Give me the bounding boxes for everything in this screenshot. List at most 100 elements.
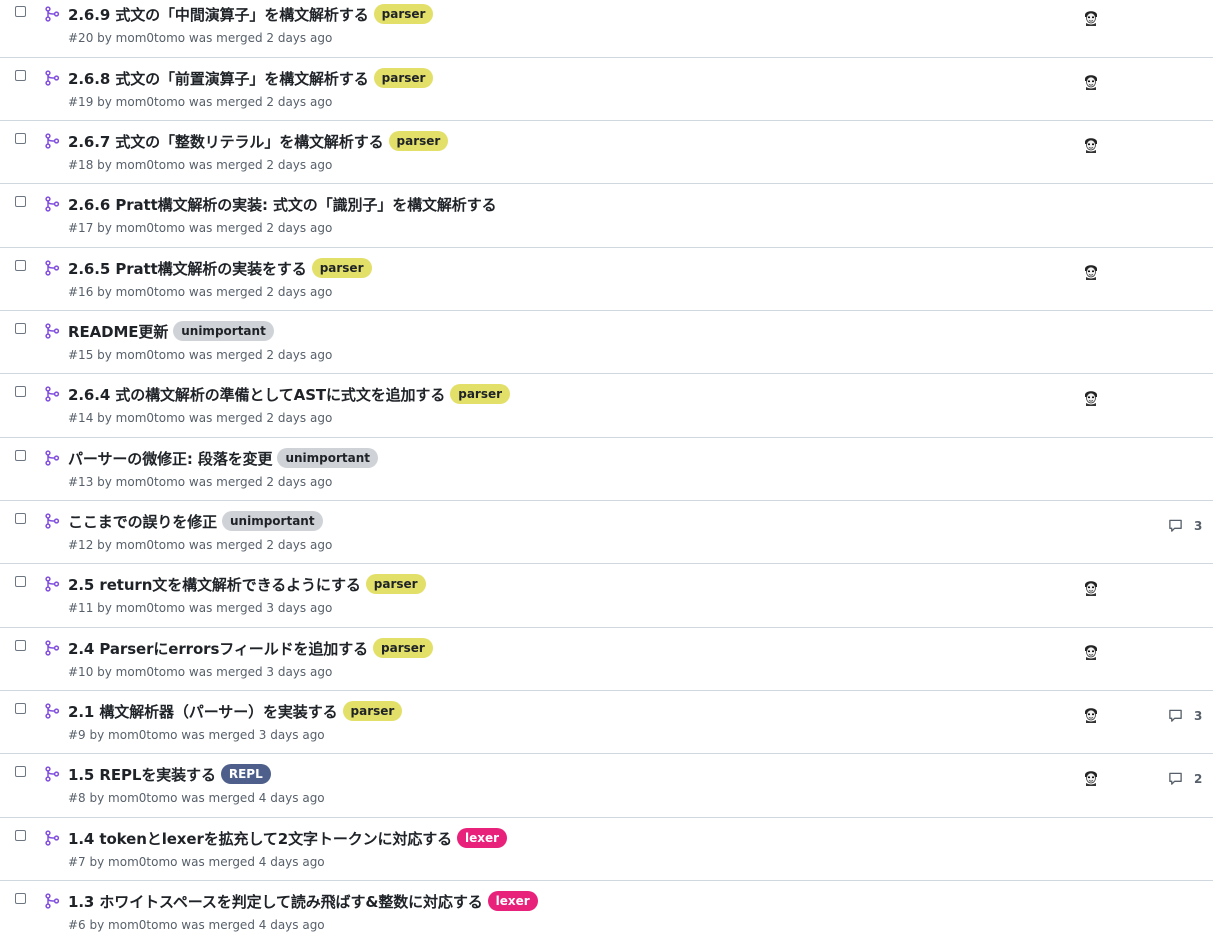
pull-request-row[interactable]: README更新 unimportant #15 by mom0tomo was m… [0, 310, 1213, 373]
select-checkbox[interactable] [15, 893, 26, 904]
select-checkbox[interactable] [15, 703, 26, 714]
pull-request-title-link[interactable]: 1.5 REPLを実装する [68, 764, 216, 785]
git-merge-icon [44, 830, 60, 846]
pull-request-title-link[interactable]: ここまでの誤りを修正 [68, 511, 217, 532]
select-checkbox[interactable] [15, 133, 26, 144]
pull-request-title-link[interactable]: README更新 [68, 321, 168, 342]
label-parser[interactable]: parser [450, 384, 511, 404]
assignee-avatar[interactable] [1082, 388, 1100, 406]
git-merge-icon [44, 386, 60, 402]
select-checkbox[interactable] [15, 640, 26, 651]
select-checkbox[interactable] [15, 70, 26, 81]
git-merge-icon [44, 766, 60, 782]
pull-request-title-link[interactable]: 2.6.7 式文の「整数リテラル」を構文解析する [68, 131, 384, 152]
pull-request-row[interactable]: 1.5 REPLを実装する REPL #8 by mom0tomo was merg… [0, 753, 1213, 816]
label-lexer[interactable]: lexer [457, 828, 508, 848]
label-parser[interactable]: parser [342, 701, 403, 721]
assignee-avatar[interactable] [1082, 72, 1100, 90]
comment-icon [1168, 708, 1188, 723]
assignee-avatar[interactable] [1082, 578, 1100, 596]
select-checkbox[interactable] [15, 323, 26, 334]
git-merge-icon [44, 260, 60, 276]
select-checkbox[interactable] [15, 766, 26, 777]
title-line: 2.6.4 式の構文解析の準備としてASTに式文を追加する parser [68, 383, 511, 405]
title-line: 2.4 Parserにerrorsフィールドを追加する parser [68, 637, 433, 659]
pull-request-title-link[interactable]: 2.6.9 式文の「中間演算子」を構文解析する [68, 4, 369, 25]
pull-request-meta: #11 by mom0tomo was merged 3 days ago [68, 601, 333, 615]
label-parser[interactable]: parser [373, 4, 434, 24]
assignee-avatar[interactable] [1082, 642, 1100, 660]
pull-request-row[interactable]: ここまでの誤りを修正 unimportant #12 by mom0tomo was… [0, 500, 1213, 563]
select-checkbox[interactable] [15, 196, 26, 207]
comments-link[interactable]: 3 [1168, 708, 1202, 723]
pull-request-title-link[interactable]: 2.6.4 式の構文解析の準備としてASTに式文を追加する [68, 384, 445, 405]
pull-request-meta: #14 by mom0tomo was merged 2 days ago [68, 411, 333, 425]
title-line: 2.6.7 式文の「整数リテラル」を構文解析する parser [68, 130, 449, 152]
pull-request-row[interactable]: パーサーの微修正: 段落を変更 unimportant #13 by mom0tom… [0, 437, 1213, 500]
title-line: 2.6.6 Pratt構文解析の実装: 式文の「識別子」を構文解析する [68, 193, 497, 215]
git-merge-icon [44, 6, 60, 22]
label-unimportant[interactable]: unimportant [222, 511, 323, 531]
pull-request-meta: #15 by mom0tomo was merged 2 days ago [68, 348, 333, 362]
pull-request-row[interactable]: 2.1 構文解析器（パーサー）を実装する parser #9 by mom0tomo… [0, 690, 1213, 753]
pull-request-row[interactable]: 2.6.6 Pratt構文解析の実装: 式文の「識別子」を構文解析する #17 b… [0, 183, 1213, 246]
pull-request-row[interactable]: 2.6.4 式の構文解析の準備としてASTに式文を追加する parser #14 b… [0, 373, 1213, 436]
comment-count: 2 [1194, 771, 1203, 786]
pull-request-title-link[interactable]: 2.6.6 Pratt構文解析の実装: 式文の「識別子」を構文解析する [68, 194, 497, 215]
pull-request-title-link[interactable]: 2.5 return文を構文解析できるようにする [68, 574, 361, 595]
git-merge-icon [44, 323, 60, 339]
label-lexer[interactable]: lexer [487, 891, 538, 911]
pull-request-row[interactable]: 2.6.9 式文の「中間演算子」を構文解析する parser #20 by mom0… [0, 0, 1213, 57]
title-line: 1.3 ホワイトスペースを判定して読み飛ばす&整数に対応する lexer [68, 890, 538, 912]
assignee-avatar[interactable] [1082, 768, 1100, 786]
pull-request-meta: #8 by mom0tomo was merged 4 days ago [68, 791, 325, 805]
select-checkbox[interactable] [15, 450, 26, 461]
select-checkbox[interactable] [15, 260, 26, 271]
title-line: 2.6.5 Pratt構文解析の実装をする parser [68, 257, 372, 279]
assignee-avatar[interactable] [1082, 8, 1100, 26]
select-checkbox[interactable] [15, 513, 26, 524]
git-merge-icon [44, 576, 60, 592]
label-repl[interactable]: REPL [220, 764, 271, 784]
label-parser[interactable]: parser [311, 258, 372, 278]
pull-request-title-link[interactable]: 2.4 Parserにerrorsフィールドを追加する [68, 638, 368, 659]
pull-request-row[interactable]: 2.4 Parserにerrorsフィールドを追加する parser #10 by … [0, 627, 1213, 690]
label-parser[interactable]: parser [365, 574, 426, 594]
comment-count: 3 [1194, 708, 1203, 723]
select-checkbox[interactable] [15, 6, 26, 17]
title-line: 2.6.8 式文の「前置演算子」を構文解析する parser [68, 67, 434, 89]
pull-request-title-link[interactable]: 2.6.8 式文の「前置演算子」を構文解析する [68, 68, 369, 89]
pull-request-row[interactable]: 1.4 tokenとlexerを拡充して2文字トークンに対応する lexer #7 … [0, 817, 1213, 880]
pull-request-title-link[interactable]: 2.1 構文解析器（パーサー）を実装する [68, 701, 338, 722]
pull-request-meta: #9 by mom0tomo was merged 3 days ago [68, 728, 325, 742]
assignee-avatar[interactable] [1082, 262, 1100, 280]
pull-request-row[interactable]: 2.5 return文を構文解析できるようにする parser #11 by mom… [0, 563, 1213, 626]
select-checkbox[interactable] [15, 830, 26, 841]
label-unimportant[interactable]: unimportant [173, 321, 274, 341]
pull-request-meta: #19 by mom0tomo was merged 2 days ago [68, 95, 333, 109]
title-line: 1.5 REPLを実装する REPL [68, 763, 271, 785]
pull-request-title-link[interactable]: 1.3 ホワイトスペースを判定して読み飛ばす&整数に対応する [68, 891, 483, 912]
label-unimportant[interactable]: unimportant [277, 448, 379, 468]
git-merge-icon [44, 450, 60, 466]
assignee-avatar[interactable] [1082, 705, 1100, 723]
pull-request-row[interactable]: 2.6.8 式文の「前置演算子」を構文解析する parser #19 by mom0… [0, 57, 1213, 120]
select-checkbox[interactable] [15, 386, 26, 397]
pull-request-title-link[interactable]: 2.6.5 Pratt構文解析の実装をする [68, 258, 307, 279]
pull-request-meta: #10 by mom0tomo was merged 3 days ago [68, 665, 333, 679]
pull-request-row[interactable]: 2.6.5 Pratt構文解析の実装をする parser #16 by mom0to… [0, 247, 1213, 310]
pull-request-row[interactable]: 2.6.7 式文の「整数リテラル」を構文解析する parser #18 by mom… [0, 120, 1213, 183]
pull-request-row[interactable]: 1.3 ホワイトスペースを判定して読み飛ばす&整数に対応する lexer #6 by… [0, 880, 1213, 941]
select-checkbox[interactable] [15, 576, 26, 587]
comments-link[interactable]: 3 [1168, 518, 1202, 533]
git-merge-icon [44, 640, 60, 656]
label-parser[interactable]: parser [373, 638, 433, 658]
label-parser[interactable]: parser [373, 68, 434, 88]
label-parser[interactable]: parser [388, 131, 449, 151]
assignee-avatar[interactable] [1082, 135, 1100, 153]
comments-link[interactable]: 2 [1168, 771, 1202, 786]
git-merge-icon [44, 893, 60, 909]
pull-request-title-link[interactable]: パーサーの微修正: 段落を変更 [68, 448, 273, 469]
git-merge-icon [44, 133, 60, 149]
pull-request-title-link[interactable]: 1.4 tokenとlexerを拡充して2文字トークンに対応する [68, 828, 452, 849]
